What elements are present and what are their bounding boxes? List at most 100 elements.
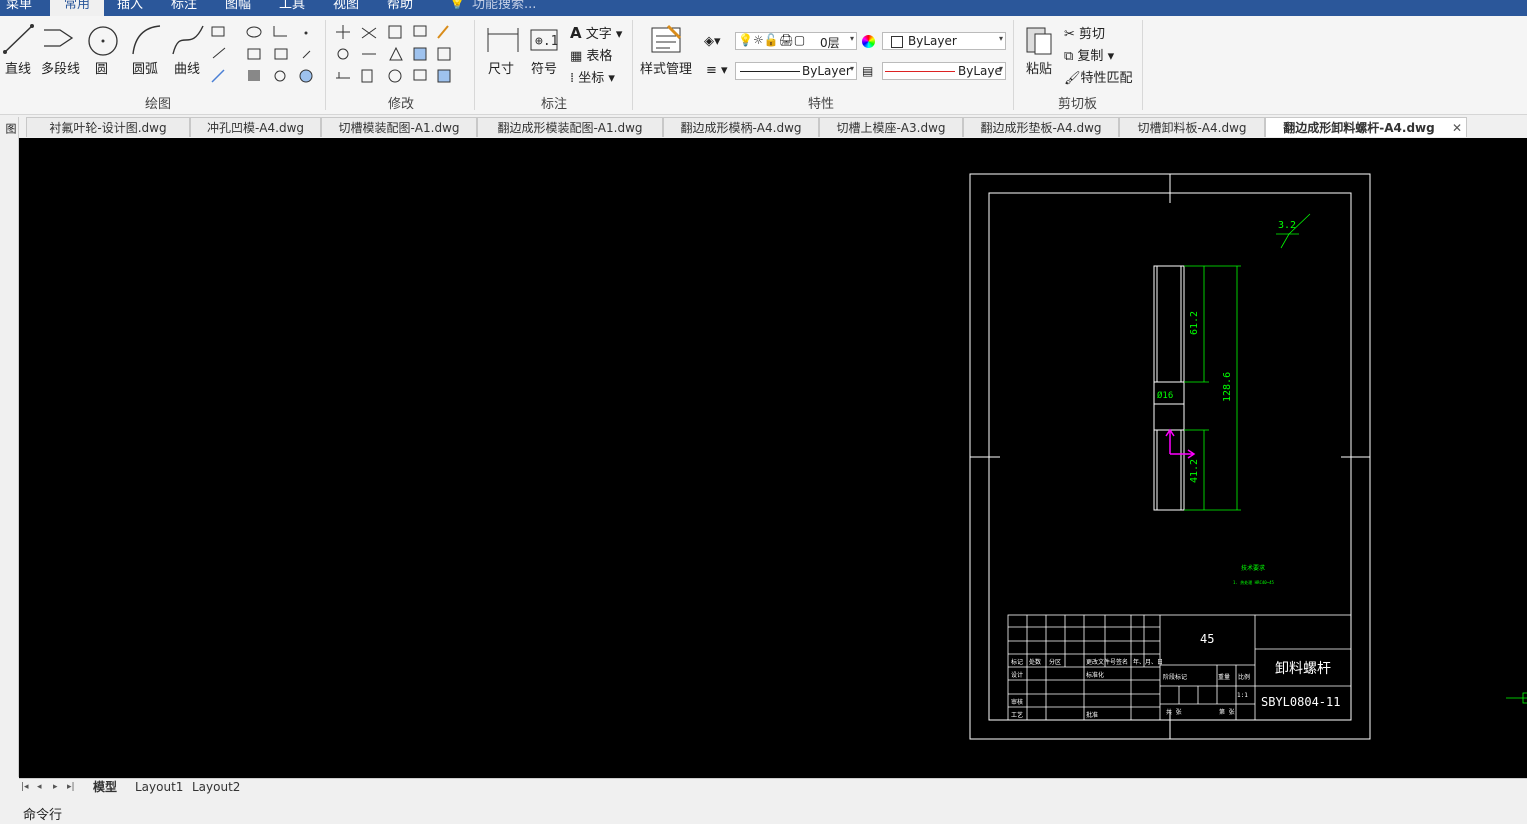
annotate-group-label: 标注: [541, 97, 568, 112]
color-dropdown[interactable]: ByLayer ▾: [882, 32, 1006, 50]
cut-label: 剪切: [1079, 27, 1106, 42]
chevron-down-icon: ▾: [998, 34, 1003, 43]
svg-text:⊕.1: ⊕.1: [535, 34, 558, 49]
lineweight-dropdown[interactable]: ByLayе ▾: [882, 62, 1006, 80]
tab-doc-2[interactable]: 冲孔凹模-A4.dwg: [190, 117, 321, 137]
tab-doc-7[interactable]: 翻边成形垫板-A4.dwg: [963, 117, 1119, 137]
menu-frame[interactable]: 图幅: [225, 0, 251, 16]
separator: [325, 20, 326, 110]
left-toolbar[interactable]: 图: [0, 117, 19, 777]
tab-doc-5[interactable]: 翻边成形模柄-A4.dwg: [663, 117, 819, 137]
match-label: 特性匹配: [1080, 71, 1133, 86]
line-tool[interactable]: 直线: [5, 58, 31, 77]
menu-annotate[interactable]: 标注: [171, 0, 197, 16]
last-layout-icon[interactable]: ▸|: [67, 779, 75, 795]
arc-icon: [132, 25, 161, 55]
close-icon[interactable]: ✕: [1452, 118, 1462, 138]
part-name: 卸料螺杆: [1275, 661, 1331, 677]
tab-doc-6[interactable]: 切槽上模座-A3.dwg: [819, 117, 963, 137]
material-value: 45: [1200, 632, 1214, 646]
menu-home[interactable]: 常用: [50, 0, 105, 16]
tb-cell-sheet: 第 张: [1219, 708, 1235, 716]
menu-bar: 菜单 常用 插入 标注 图幅 工具 视图 帮助 💡 功能搜索...: [0, 0, 1527, 16]
style-manager-button[interactable]: 样式管理: [640, 58, 692, 77]
separator: [1013, 20, 1014, 110]
dim-41-2: 41.2: [1189, 459, 1200, 483]
tech-requirements-note: 1. 热处理 HRC40~45: [1233, 579, 1274, 585]
tab-model[interactable]: 模型: [93, 779, 117, 795]
layer-dropdown[interactable]: 💡☼🔓🖨▢ 0层 ▾: [735, 32, 857, 50]
chevron-down-icon: ▾: [998, 64, 1003, 73]
layout-tabs: |◂ ◂ ▸ ▸| 模型 Layout1 Layout2: [19, 778, 1527, 796]
dim-61-2: 61.2: [1189, 311, 1200, 335]
ucs-icon: [1165, 428, 1196, 459]
tb-cell-sign: 签名: [1116, 658, 1128, 666]
tech-requirements-title: 技术要求: [1241, 564, 1265, 572]
symbol-tool[interactable]: 符号: [531, 58, 557, 77]
tab-doc-1[interactable]: 衬氟叶轮-设计图.dwg: [26, 117, 190, 137]
menu-help[interactable]: 帮助: [387, 0, 413, 16]
separator: [632, 20, 633, 110]
menu-main[interactable]: 菜单: [6, 0, 32, 16]
menu-tools[interactable]: 工具: [279, 0, 305, 16]
tab-layout2[interactable]: Layout2: [192, 779, 240, 795]
tab-doc-3[interactable]: 切槽模装配图-A1.dwg: [321, 117, 477, 137]
part-outline: [1153, 265, 1185, 511]
table-tool[interactable]: ▦ 表格: [570, 45, 612, 64]
tb-cell-count: 处数: [1029, 658, 1041, 666]
tab-doc-4[interactable]: 翻边成形模装配图-A1.dwg: [477, 117, 663, 137]
properties-group-label: 特性: [808, 97, 835, 112]
scale-value: 1:1: [1237, 692, 1248, 699]
separator: [474, 20, 475, 110]
draw-tools-icons: [3, 24, 313, 83]
linetype-icon: ▤: [862, 64, 874, 78]
tb-cell-approve: 批准: [1086, 711, 1098, 719]
line-icon: [4, 25, 33, 53]
linetype-value: ByLayer: [802, 64, 851, 78]
layer-state-icon[interactable]: ◈▾: [704, 34, 721, 49]
menu-view[interactable]: 视图: [333, 0, 359, 16]
active-tab-label: 翻边成形卸料螺杆-A4.dwg: [1283, 121, 1435, 135]
modify-tools-icons[interactable]: [330, 16, 475, 92]
tb-cell-total: 共 张: [1166, 708, 1182, 716]
drawing-canvas[interactable]: 标记 处数 分区 更改文件号 签名 年、月、日 设计 标准化 审核 工艺 批准 …: [19, 138, 1527, 778]
arc-tool[interactable]: 圆弧: [132, 58, 158, 77]
left-toolbar-label: 图: [4, 123, 17, 134]
search-input[interactable]: 功能搜索...: [472, 0, 536, 16]
chevron-down-icon: ▾: [849, 64, 854, 73]
polyline-tool[interactable]: 多段线: [41, 58, 80, 77]
curve-tool[interactable]: 曲线: [174, 58, 200, 77]
tb-cell-mark: 标记: [1011, 658, 1023, 666]
next-layout-icon[interactable]: ▸: [53, 779, 58, 795]
prev-layout-icon[interactable]: ◂: [37, 779, 42, 795]
linetype-dropdown[interactable]: ByLayer ▾: [735, 62, 857, 80]
circle-tool[interactable]: 圆: [95, 58, 108, 77]
color-wheel-icon[interactable]: [862, 35, 875, 48]
tb-cell-zone: 分区: [1049, 658, 1061, 666]
match-properties-button[interactable]: 🖌特性匹配: [1064, 67, 1133, 86]
draw-group-label: 绘图: [145, 97, 172, 112]
tab-layout1[interactable]: Layout1: [135, 779, 183, 795]
tb-cell-change: 更改文件号: [1086, 658, 1116, 666]
tab-doc-9[interactable]: 翻边成形卸料螺杆-A4.dwg ✕: [1265, 117, 1467, 137]
coordinate-tool-label: 坐标: [578, 71, 605, 86]
tab-doc-8[interactable]: 切槽卸料板-A4.dwg: [1119, 117, 1265, 137]
coordinate-tool[interactable]: ⁞ 坐标 ▾: [570, 67, 615, 86]
tb-cell-design: 设计: [1011, 671, 1023, 679]
table-tool-label: 表格: [586, 49, 613, 64]
roughness-symbol: 3.2: [1278, 220, 1296, 231]
dimension-tool[interactable]: 尺寸: [488, 58, 514, 77]
command-line[interactable]: 命令行: [0, 800, 1527, 824]
clipboard-group-label: 剪切板: [1058, 97, 1098, 112]
menu-insert[interactable]: 插入: [117, 0, 143, 16]
paste-button[interactable]: 粘贴: [1026, 58, 1052, 77]
polyline-icon: [44, 29, 74, 47]
lineweight-icon: ≡ ▾: [706, 63, 728, 78]
text-tool[interactable]: A 文字 ▾: [570, 23, 622, 42]
style-manager-icon: [651, 24, 682, 53]
first-layout-icon[interactable]: |◂: [21, 779, 29, 795]
copy-button[interactable]: ⧉ 复制 ▾: [1064, 45, 1114, 64]
ribbon: 直线 多段线 圆 圆弧 曲线 绘图 修改 ⊕.1 尺寸 符号 A 文字 ▾ ▦ …: [0, 16, 1527, 115]
cut-button[interactable]: ✂ 剪切: [1064, 23, 1105, 42]
modify-group-label: 修改: [388, 97, 415, 112]
